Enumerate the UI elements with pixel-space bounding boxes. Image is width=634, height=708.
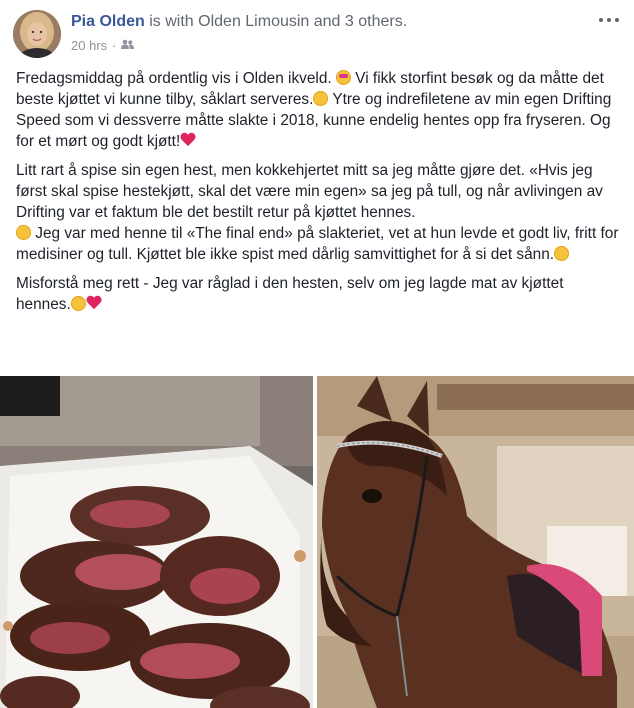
horse-photo[interactable]	[317, 376, 634, 708]
photo-grid	[0, 376, 634, 708]
smiling-emoji-icon	[313, 91, 329, 106]
avatar-photo	[13, 10, 61, 58]
post-meta: 20 hrs ·	[71, 38, 135, 53]
smiling-emoji-icon	[16, 225, 31, 240]
tagged-others[interactable]: 3 others.	[345, 13, 407, 30]
post-timestamp[interactable]: 20 hrs	[71, 38, 107, 53]
paragraph-3: Misforstå meg rett - Jeg var råglad i de…	[16, 273, 622, 315]
smiling-emoji-icon	[70, 296, 86, 311]
paragraph-2-part-a: Litt rart å spise sin egen hest, men kok…	[16, 162, 603, 221]
post-text: Fredagsmiddag på ordentlig vis i Olden i…	[16, 68, 622, 323]
facebook-post: Pia Olden is with Olden Limousin and 3 o…	[0, 0, 634, 708]
with-text: is with	[144, 13, 199, 30]
avatar[interactable]	[13, 10, 61, 58]
post-header: Pia Olden is with Olden Limousin and 3 o…	[71, 13, 407, 31]
paragraph-2-part-b: Jeg var med henne til «The final end» på…	[16, 225, 619, 263]
paragraph-1: Fredagsmiddag på ordentlig vis i Olden i…	[16, 68, 622, 152]
more-options-icon[interactable]	[598, 14, 620, 28]
and-text: and	[309, 13, 345, 30]
paragraph-1-part-a: Fredagsmiddag på ordentlig vis i Olden i…	[16, 70, 332, 87]
heart-emoji-icon	[86, 296, 102, 311]
author-name[interactable]: Pia Olden	[71, 13, 145, 30]
meat-photo[interactable]	[0, 376, 313, 708]
friends-icon[interactable]	[121, 38, 135, 53]
grinning-emoji-icon	[554, 246, 570, 261]
tagged-page[interactable]: Olden Limousin	[198, 13, 309, 30]
heart-emoji-icon	[180, 133, 196, 148]
paragraph-2: Litt rart å spise sin egen hest, men kok…	[16, 160, 622, 265]
star-struck-emoji-icon	[335, 70, 351, 85]
meta-separator: ·	[112, 38, 117, 53]
